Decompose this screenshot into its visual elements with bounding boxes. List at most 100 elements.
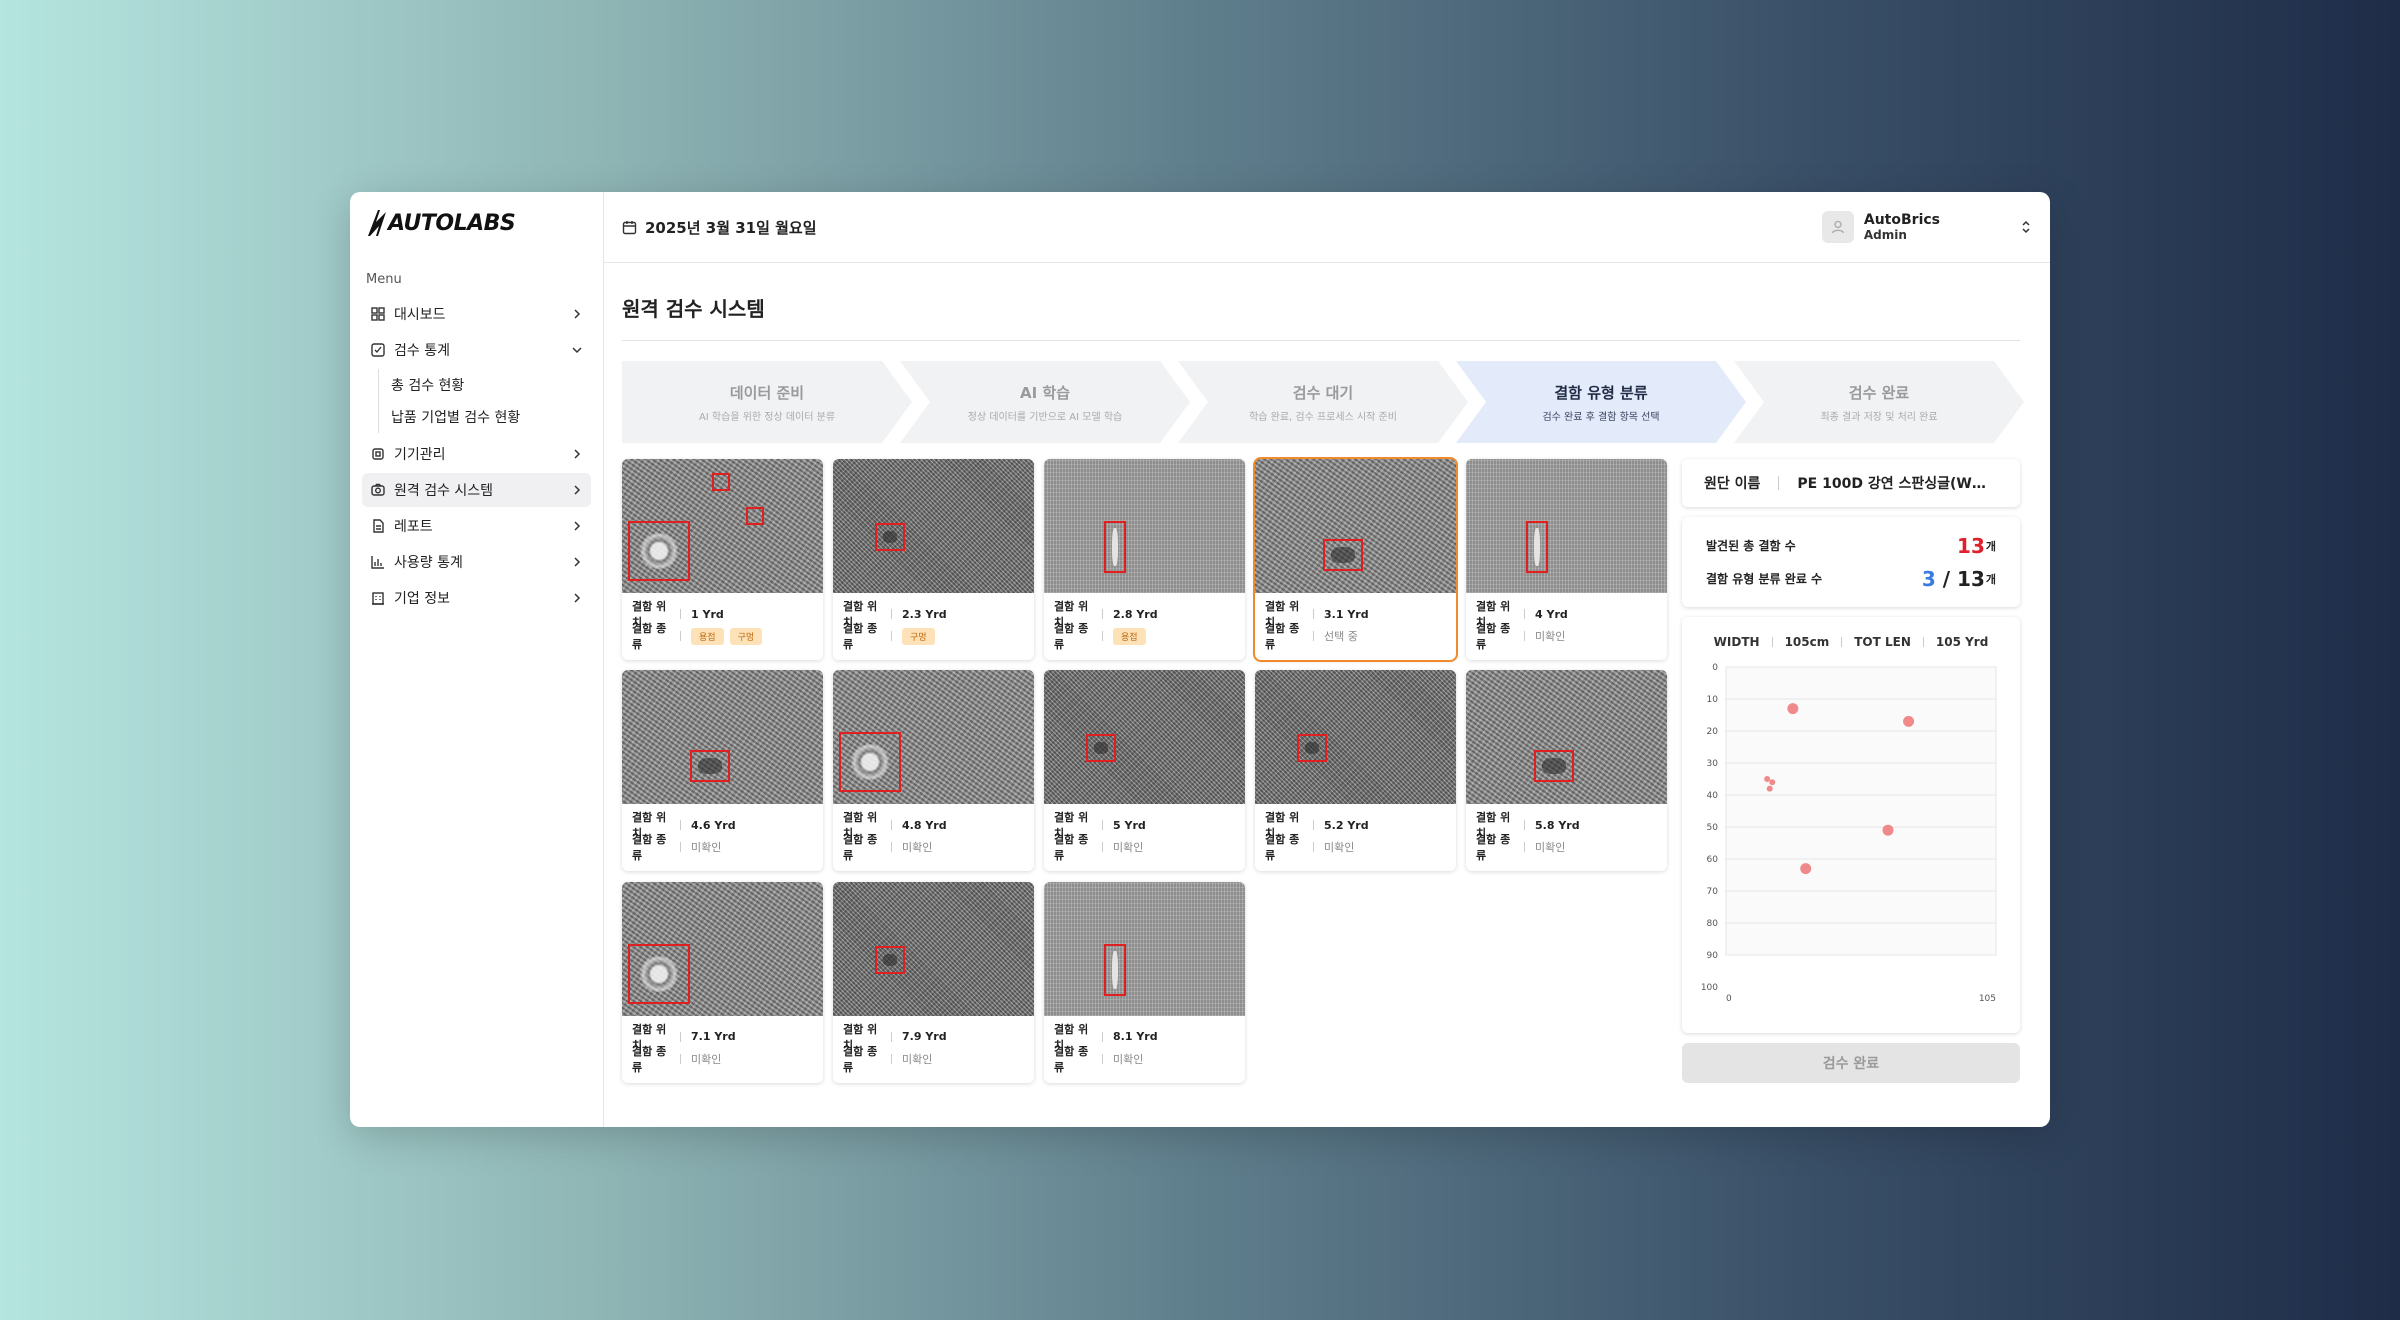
divider [1102,631,1103,641]
divider [891,631,892,641]
sidebar-item-company-info[interactable]: 기업 정보 [362,581,591,615]
defect-type-tag[interactable]: 구멍 [902,627,935,645]
defect-status: 미확인 [1324,841,1355,855]
sidebar-item-label: 레포트 [394,519,433,535]
defect-status: 미확인 [691,841,722,855]
chart-defect-point [1882,824,1894,836]
defect-card[interactable]: 결함 위치 2.8 Yrd 결함 종류 용접 [1044,459,1245,660]
avatar [1821,211,1854,243]
defect-image [1466,459,1667,593]
defect-card[interactable]: 결함 위치 2.3 Yrd 결함 종류 구멍 [833,459,1034,660]
defect-card[interactable]: 결함 위치 4 Yrd 결함 종류 미확인 [1466,459,1667,660]
defect-card-grid: 결함 위치 1 Yrd 결함 종류 용접 구멍 결함 위치 2.3 Yrd 결함 종류 구멍 결함… [622,457,1672,1083]
brand-name: AUTOLABS [388,210,516,236]
defect-bounding-box [628,521,690,581]
defect-card[interactable]: 결함 위치 1 Yrd 결함 종류 용접 구멍 [622,459,823,660]
defect-card[interactable]: 결함 위치 8.1 Yrd 결함 종류 미확인 [1044,881,1245,1083]
defect-bounding-box [875,523,905,551]
type-label: 결함 종류 [1476,833,1511,863]
defect-card[interactable]: 결함 위치 5.8 Yrd 결함 종류 미확인 [1466,670,1667,872]
defect-type-row: 결함 종류 미확인 [1476,833,1657,862]
type-label: 결함 종류 [1265,833,1300,863]
chart-defect-point [1766,785,1773,792]
defect-image [1255,670,1456,805]
defect-card[interactable]: 결함 위치 3.1 Yrd 결함 종류 선택 중 [1253,457,1458,662]
defect-bounding-box [712,473,730,491]
defect-image [833,881,1034,1016]
sidebar-item-report[interactable]: 레포트 [362,509,591,543]
defect-status: 미확인 [1113,1052,1144,1066]
defect-meta: 결함 위치 2.3 Yrd 결함 종류 구멍 [833,593,1034,657]
divider [1771,637,1773,647]
logo: AUTOLABS [366,204,591,242]
chart-y-tick-label: 60 [1707,855,1719,865]
type-label: 결함 종류 [843,622,878,651]
position-value: 7.1 Yrd [691,1030,736,1044]
inspection-complete-button[interactable]: 검수 완료 [1682,1043,2020,1083]
chevron-up-down-icon[interactable] [2020,220,2032,234]
position-value: 4.8 Yrd [902,818,947,832]
defect-type-row: 결함 종류 미확인 [632,833,813,862]
defect-type-row: 결함 종류 미확인 [843,833,1024,862]
type-label: 결함 종류 [843,1044,878,1074]
sidebar-item-inspection-stats[interactable]: 검수 통계 [362,333,591,367]
divider [1102,609,1103,619]
camera-icon [370,482,386,498]
top-bar: 2025년 3월 31일 월요일 AutoBrics Admin [604,192,2050,263]
position-value: 3.1 Yrd [1324,607,1369,621]
defect-type-row: 결함 종류 미확인 [843,1045,1024,1074]
defect-card[interactable]: 결함 위치 5.2 Yrd 결함 종류 미확인 [1255,670,1456,872]
sidebar-subitem-total-status[interactable]: 총 검수 현황 [391,369,591,401]
sidebar-item-usage-stats[interactable]: 사용량 통계 [362,545,591,579]
sidebar-item-remote-inspection[interactable]: 원격 검수 시스템 [362,473,591,507]
divider [680,631,681,641]
defect-type-tag[interactable]: 용접 [691,627,724,645]
step-inspection-wait: 검수 대기 학습 완료, 검수 프로세스 시작 준비 [1178,361,1468,443]
sidebar-subitem-company-status[interactable]: 납품 기업별 검수 현황 [391,401,591,433]
chart-plot-area [1725,666,1997,956]
bar-chart-icon [370,554,386,570]
defect-card[interactable]: 결함 위치 5 Yrd 결함 종류 미확인 [1044,670,1245,872]
defect-card[interactable]: 결함 위치 7.9 Yrd 결함 종류 미확인 [833,881,1034,1083]
type-label: 결함 종류 [1476,622,1511,651]
defect-type-row: 결함 종류 미확인 [1054,833,1235,862]
type-values: 미확인 [1113,839,1143,855]
chevron-right-icon [571,592,583,604]
defect-type-tag[interactable]: 용접 [1113,627,1146,645]
type-values: 미확인 [1535,628,1565,644]
divider [1313,820,1314,831]
divider [680,820,681,831]
user-menu[interactable]: AutoBrics Admin [1821,211,2032,243]
defect-card[interactable]: 결함 위치 4.6 Yrd 결함 종류 미확인 [622,670,823,872]
defect-bounding-box [1323,539,1363,571]
defect-bounding-box [628,943,690,1004]
defect-card[interactable]: 결함 위치 4.8 Yrd 결함 종류 미확인 [833,670,1034,872]
sidebar-item-device-management[interactable]: 기기관리 [362,437,591,471]
sidebar-item-label: 원격 검수 시스템 [394,483,494,499]
step-title: AI 학습 [1019,383,1070,402]
position-value: 5.8 Yrd [1535,818,1580,832]
type-label: 결함 종류 [843,833,878,863]
calendar-icon [622,220,637,235]
defect-image [622,459,823,593]
divider [891,842,892,853]
defect-card[interactable]: 결함 위치 7.1 Yrd 결함 종류 미확인 [622,881,823,1083]
divider [1102,1053,1103,1064]
defect-status: 미확인 [1535,841,1566,855]
logo-mark-icon [368,210,386,236]
step-subtitle: 최종 결과 저장 및 처리 완료 [1820,411,1938,423]
sidebar-item-dashboard[interactable]: 대시보드 [362,297,591,331]
defect-type-tag[interactable]: 구멍 [729,627,763,645]
divider [1841,637,1843,647]
defect-image [1255,459,1456,593]
length-label: TOT LEN [1854,635,1911,649]
type-label: 결함 종류 [632,622,667,651]
position-value: 4.6 Yrd [691,818,736,832]
type-values: 용접 구멍 [691,627,768,645]
defect-bounding-box [1104,521,1126,573]
total-defects-value: 13 [1957,533,1985,558]
defect-image [1044,670,1245,805]
chart-y-tick-label: 40 [1707,791,1719,801]
divider [891,609,892,619]
defect-type-row: 결함 종류 미확인 [1054,1045,1235,1074]
